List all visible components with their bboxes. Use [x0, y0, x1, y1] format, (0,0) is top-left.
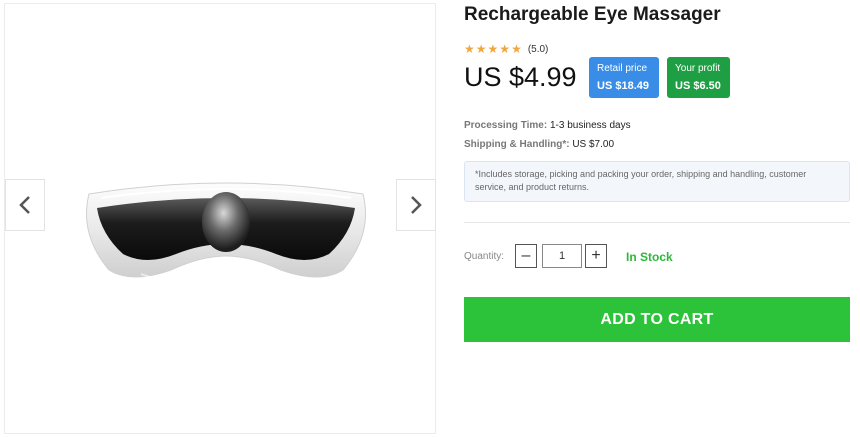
product-page: Rechargeable Eye Massager ★ ★ ★ ★ ★ (5.0… — [0, 0, 860, 437]
star-icon: ★ — [499, 42, 511, 56]
star-icon: ★ — [511, 42, 522, 56]
processing-time: Processing Time: 1-3 business days — [464, 120, 631, 131]
retail-price-value: US $18.49 — [597, 80, 649, 92]
product-rating: ★ ★ ★ ★ ★ (5.0) — [464, 43, 548, 55]
profit-label: Your profit — [675, 63, 721, 74]
product-gallery — [4, 3, 436, 434]
profit-value: US $6.50 — [675, 80, 721, 92]
rating-value: (5.0) — [527, 43, 549, 55]
shipping-value: US $7.00 — [572, 139, 615, 150]
star-icon: ★ — [487, 42, 499, 56]
retail-price-label: Retail price — [597, 63, 648, 74]
quantity-decrease-button[interactable]: – — [515, 244, 537, 268]
shipping-note: *Includes storage, picking and packing y… — [464, 161, 850, 202]
quantity-input[interactable] — [542, 244, 582, 268]
processing-time-value: 1-3 business days — [549, 120, 631, 131]
star-icon: ★ — [464, 42, 475, 56]
gallery-prev-button[interactable] — [5, 179, 45, 231]
profit-badge: Your profit US $6.50 — [667, 57, 730, 98]
retail-price-badge: Retail price US $18.49 — [589, 57, 659, 98]
chevron-right-icon — [411, 196, 422, 214]
add-to-cart-button[interactable]: ADD TO CART — [464, 297, 850, 342]
product-title: Rechargeable Eye Massager — [464, 4, 721, 25]
shipping-label: Shipping & Handling*: — [464, 139, 570, 150]
gallery-next-button[interactable] — [396, 179, 436, 231]
divider — [464, 222, 850, 223]
quantity-increase-button[interactable]: + — [585, 244, 607, 268]
product-image — [86, 182, 366, 281]
star-icon: ★ — [475, 42, 487, 56]
stock-status: In Stock — [626, 250, 673, 264]
rating-stars: ★ ★ ★ ★ ★ — [464, 43, 522, 55]
chevron-left-icon — [19, 196, 30, 214]
processing-time-label: Processing Time: — [464, 120, 548, 131]
product-price: US $4.99 — [464, 62, 577, 92]
shipping-handling: Shipping & Handling*: US $7.00 — [464, 139, 614, 150]
quantity-label: Quantity: — [464, 251, 505, 262]
